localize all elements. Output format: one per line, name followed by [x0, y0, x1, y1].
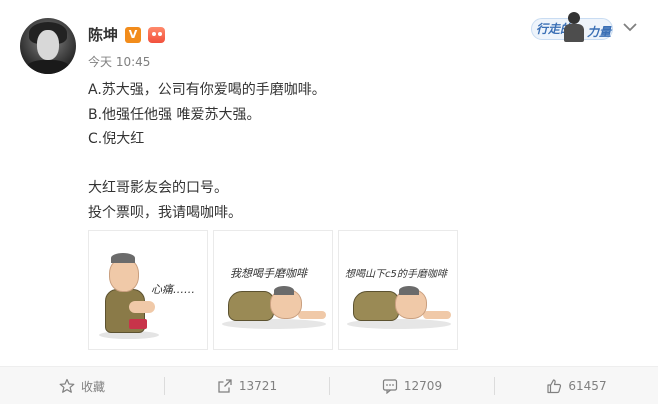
- star-icon: [59, 378, 75, 393]
- image-caption: 想喝山下c5的手磨咖啡: [345, 269, 447, 280]
- favorite-label: 收藏: [80, 379, 105, 394]
- post-timestamp[interactable]: 今天 10:45: [88, 55, 150, 69]
- author-avatar[interactable]: [20, 18, 76, 74]
- promo-person-body: [564, 24, 584, 42]
- avatar-face: [37, 30, 59, 60]
- avatar-shoulders: [26, 60, 70, 74]
- thumbs-up-icon: [547, 379, 562, 394]
- post-line-gap: [88, 152, 628, 177]
- sticker-man-arm: [423, 311, 451, 319]
- author-name[interactable]: 陈坤: [88, 25, 118, 45]
- share-icon: [218, 379, 232, 393]
- sticker-man-body: [228, 291, 274, 321]
- sticker-man-arm: [298, 311, 326, 319]
- comment-button[interactable]: 12709: [330, 367, 494, 404]
- promo-person-head: [568, 12, 580, 24]
- sticker-man-body: [353, 291, 399, 321]
- post-line: A.苏大强，公司有你爱喝的手磨咖啡。: [88, 82, 326, 98]
- promo-badge[interactable]: 行走的 力量: [531, 10, 613, 46]
- image-caption: 心痛……: [151, 283, 195, 296]
- promo-text-right: 力量: [587, 25, 612, 39]
- post-image-3[interactable]: 想喝山下c5的手磨咖啡: [338, 230, 458, 350]
- like-count: 61457: [568, 379, 607, 393]
- member-crown-eye: [152, 32, 156, 36]
- post-line: 大红哥影友会的口号。: [88, 180, 228, 196]
- sticker-man-hair: [399, 286, 419, 295]
- member-crown-shape: [148, 27, 165, 43]
- post-image-2[interactable]: 我想喝手磨咖啡: [213, 230, 333, 350]
- promo-person-icon: [563, 10, 585, 44]
- verified-v-icon[interactable]: V: [125, 27, 141, 43]
- comment-icon: [382, 379, 398, 394]
- post-image-1[interactable]: 心痛……: [88, 230, 208, 350]
- comment-count: 12709: [403, 379, 443, 393]
- sticker-man-head: [109, 258, 139, 292]
- post-line: B.他强任他强 唯爱苏大强。: [88, 106, 261, 123]
- sticker-man-hair: [111, 253, 135, 263]
- post-line: C.倪大红: [88, 131, 145, 147]
- member-crown-eye: [158, 32, 162, 36]
- action-bar: 收藏 13721 12709 61457: [0, 366, 658, 404]
- image-caption: 我想喝手磨咖啡: [230, 267, 307, 280]
- favorite-button[interactable]: 收藏: [0, 367, 164, 404]
- sticker-man-hair: [274, 286, 294, 295]
- weibo-post-card: 陈坤 V 今天 10:45 行走的 力量 A.苏大强，公司有你爱喝的手磨咖啡。 …: [0, 0, 658, 366]
- post-text: A.苏大强，公司有你爱喝的手磨咖啡。 B.他强任他强 唯爱苏大强。 C.倪大红 …: [88, 78, 628, 225]
- like-button[interactable]: 61457: [495, 367, 658, 404]
- sticker-man-arm: [129, 301, 155, 313]
- post-line: 投个票呗，我请喝咖啡。: [88, 204, 242, 221]
- repost-count: 13721: [238, 379, 278, 393]
- sticker-box: [129, 319, 147, 329]
- chevron-down-icon[interactable]: [620, 18, 640, 36]
- repost-button[interactable]: 13721: [165, 367, 329, 404]
- member-crown-icon[interactable]: [148, 27, 165, 43]
